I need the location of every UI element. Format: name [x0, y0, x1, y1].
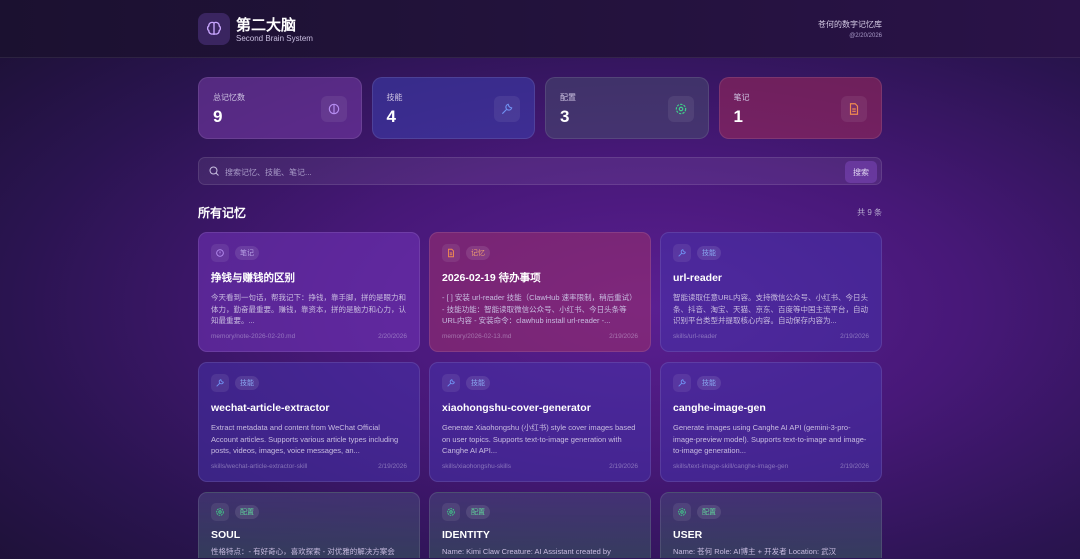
search-button[interactable]: 搜索 — [845, 161, 877, 183]
card-type-badge: 技能 — [697, 376, 721, 390]
card-description: 智能读取任意URL内容。支持微信公众号、小红书、今日头条、抖音、淘宝、天猫、京东… — [673, 293, 869, 325]
search-bar: 搜索 — [198, 157, 882, 185]
brain-logo-icon — [198, 13, 230, 45]
card-path: skills/url-reader — [673, 333, 718, 340]
app-subtitle: Second Brain System — [236, 34, 313, 43]
memory-card[interactable]: 配置 IDENTITY Name: Kimi Claw Creature: AI… — [429, 492, 651, 558]
card-type-badge: 配置 — [697, 505, 721, 519]
card-title: canghe-image-gen — [673, 402, 766, 414]
card-tag-row: 技能 — [673, 244, 869, 262]
memory-card[interactable]: 记忆 2026-02-19 待办事项 - [ ] 安装 url-reader 技… — [429, 232, 651, 352]
card-path: skills/xiaohongshu-skills — [442, 463, 511, 470]
card-type-badge: 技能 — [697, 246, 721, 260]
card-date: 2/19/2026 — [609, 333, 638, 340]
memory-card[interactable]: 配置 USER Name: 苍何 Role: AI博主 + 开发者 Locati… — [660, 492, 882, 558]
card-tag-row: 笔记 — [211, 244, 407, 262]
card-description: 今天看到一句话，帮我记下：挣钱，靠手脚，拼的是眼力和体力，勤奋最重要。赚钱，靠资… — [211, 293, 406, 325]
wrench-icon — [442, 374, 460, 392]
card-title: wechat-article-extractor — [211, 402, 330, 414]
card-path: skills/text-image-skill/canghe-image-gen — [673, 463, 789, 470]
memory-card[interactable]: 技能 url-reader 智能读取任意URL内容。支持微信公众号、小红书、今日… — [660, 232, 882, 352]
header-info: 苍何的数字记忆库 @2/20/2026 — [818, 19, 882, 39]
card-type-badge: 笔记 — [235, 246, 259, 260]
memory-card[interactable]: 笔记 挣钱与赚钱的区别 今天看到一句话，帮我记下：挣钱，靠手脚，拼的是眼力和体力… — [198, 232, 420, 352]
wrench-icon — [673, 244, 691, 262]
card-date: 2/19/2026 — [378, 463, 407, 470]
card-title: 2026-02-19 待办事项 — [442, 272, 541, 284]
card-type-badge: 配置 — [466, 505, 490, 519]
card-title: xiaohongshu-cover-generator — [442, 402, 591, 414]
memory-grid: 笔记 挣钱与赚钱的区别 今天看到一句话，帮我记下：挣钱，靠手脚，拼的是眼力和体力… — [198, 232, 882, 558]
card-description: Extract metadata and content from WeChat… — [211, 423, 399, 455]
stat-configs[interactable]: 配置 3 — [545, 77, 709, 139]
card-description: 性格特点：- 有好奇心，喜欢探索 - 对优雅的解决方案会 — [211, 547, 395, 556]
card-title: USER — [673, 529, 703, 541]
card-tag-row: 技能 — [442, 374, 638, 392]
gear-icon — [442, 503, 460, 521]
card-type-badge: 技能 — [466, 376, 490, 390]
search-input[interactable] — [225, 162, 825, 182]
gear-icon — [667, 96, 694, 122]
header-date: @2/20/2026 — [849, 33, 882, 39]
card-title: SOUL — [211, 529, 241, 541]
stat-notes[interactable]: 笔记 1 — [718, 77, 882, 139]
card-date: 2/19/2026 — [840, 333, 869, 340]
gear-icon — [673, 503, 691, 521]
card-description: Generate images using Canghe AI API (gem… — [673, 423, 867, 455]
memory-card[interactable]: 技能 xiaohongshu-cover-generator Generate … — [429, 362, 651, 482]
card-date: 2/19/2026 — [609, 463, 638, 470]
card-date: 2/19/2026 — [840, 463, 869, 470]
card-date: 2/20/2026 — [378, 333, 407, 340]
brain-icon — [320, 96, 347, 122]
card-tag-row: 技能 — [211, 374, 407, 392]
memory-count: 共 9 条 — [857, 208, 882, 217]
card-tag-row: 记忆 — [442, 244, 638, 262]
library-name: 苍何的数字记忆库 — [818, 20, 882, 29]
card-path: memory/2026-02-13.md — [442, 333, 512, 340]
stat-total[interactable]: 总记忆数 9 — [198, 77, 362, 139]
memory-card[interactable]: 技能 canghe-image-gen Generate images usin… — [660, 362, 882, 482]
memory-card[interactable]: 技能 wechat-article-extractor Extract meta… — [198, 362, 420, 482]
document-icon — [442, 244, 460, 262]
section-title: 所有记忆 — [198, 206, 247, 220]
gear-icon — [211, 503, 229, 521]
card-description: Name: Kimi Claw Creature: AI Assistant c… — [442, 547, 611, 556]
app-title: 第二大脑 — [236, 17, 297, 34]
card-tag-row: 配置 — [442, 503, 638, 521]
card-tag-row: 配置 — [673, 503, 869, 521]
card-title: 挣钱与赚钱的区别 — [211, 272, 295, 284]
document-icon — [841, 96, 867, 122]
card-tag-row: 技能 — [673, 374, 869, 392]
card-path: memory/note-2026-02-20.md — [211, 333, 296, 340]
card-title: IDENTITY — [442, 529, 490, 541]
memory-card[interactable]: 配置 SOUL 性格特点：- 有好奇心，喜欢探索 - 对优雅的解决方案会 — [198, 492, 420, 558]
card-path: skills/wechat-article-extractor-skill — [211, 463, 308, 470]
wrench-icon — [211, 374, 229, 392]
app-header: 第二大脑 Second Brain System 苍何的数字记忆库 @2/20/… — [0, 0, 1080, 58]
stats-row: 总记忆数 9 技能 4 配置 3 笔记 1 — [198, 77, 882, 139]
wrench-icon — [494, 96, 520, 122]
card-type-badge: 记忆 — [466, 246, 490, 260]
info-icon — [211, 244, 229, 262]
search-icon — [209, 166, 219, 176]
stat-skills[interactable]: 技能 4 — [371, 77, 535, 139]
card-description: Generate Xiaohongshu (小红书) style cover i… — [442, 423, 636, 455]
card-description: Name: 苍何 Role: AI博主 + 开发者 Location: 武汉 — [673, 547, 837, 556]
card-description: - [ ] 安装 url-reader 技能（ClawHub 速率限制，稍后重试… — [442, 293, 637, 325]
card-type-badge: 技能 — [235, 376, 259, 390]
card-type-badge: 配置 — [235, 505, 259, 519]
card-title: url-reader — [673, 272, 723, 284]
wrench-icon — [673, 374, 691, 392]
card-tag-row: 配置 — [211, 503, 407, 521]
